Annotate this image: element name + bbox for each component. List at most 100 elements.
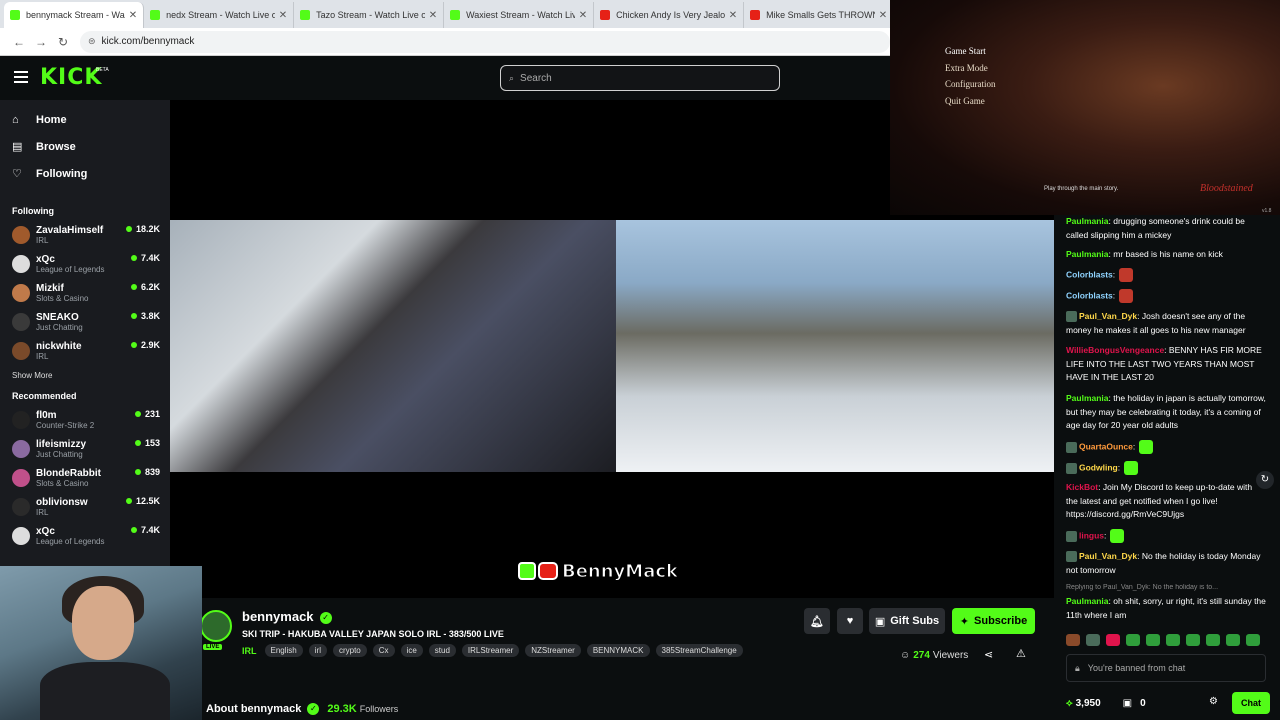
close-tab-icon[interactable]: ✕ [429,10,437,21]
game-logo: Bloodstained [1200,183,1253,194]
emote-icon[interactable] [1086,634,1100,646]
game-menu-item-configuration[interactable]: Configuration [945,79,996,96]
chat-username[interactable]: Colorblasts [1066,269,1113,279]
sidebar-channel[interactable]: SNEAKO Just Chatting 3.8K [0,307,170,336]
report-icon[interactable]: ⚠ [1016,647,1026,660]
menu-icon[interactable] [14,71,28,83]
browser-tab[interactable]: Mike Smalls Gets THROWN O ✕ [744,2,895,28]
game-menu-item-quit[interactable]: Quit Game [945,96,996,113]
settings-icon[interactable]: ⚙ [1209,696,1218,707]
chat-message: Paulmania: the holiday in japan is actua… [1066,392,1266,433]
emote-icon[interactable] [1186,634,1200,646]
emote-icon[interactable] [1246,634,1260,646]
sidebar-channel[interactable]: xQc League of Legends 7.4K [0,249,170,278]
viewer-count: 12.5K [125,496,160,506]
close-tab-icon[interactable]: ✕ [129,10,137,21]
tag-chip[interactable]: 385StreamChallenge [655,644,743,657]
close-tab-icon[interactable]: ✕ [879,10,887,21]
sidebar-item-following[interactable]: ♡ Following [0,160,170,187]
channel-name[interactable]: bennymack ✓ [242,609,332,624]
kick-logo[interactable]: KICK [40,65,102,90]
site-info-icon[interactable]: ⊜ [88,36,96,47]
browser-tab[interactable]: Waxiest Stream - Watch Live ✕ [444,2,595,28]
reload-icon[interactable]: ↻ [52,35,74,49]
chat-username[interactable]: Paul_Van_Dyk [1079,551,1137,561]
emote-icon[interactable] [1126,634,1140,646]
tag-chip[interactable]: Cx [372,644,395,657]
sidebar-item-browse[interactable]: ▤ Browse [0,133,170,160]
tab-title: Waxiest Stream - Watch Live [466,10,575,20]
category-link[interactable]: IRL [242,646,257,656]
close-tab-icon[interactable]: ✕ [279,10,287,21]
chat-username[interactable]: lingus [1079,530,1104,540]
channel-avatar[interactable] [200,610,232,642]
tag-chip[interactable]: BENNYMACK [586,644,650,657]
scroll-to-bottom-icon[interactable]: ↻ [1256,471,1274,489]
chat-username[interactable]: Colorblasts [1066,290,1113,300]
sidebar-channel[interactable]: BlondeRabbit Slots & Casino 839 [0,463,170,492]
follow-button[interactable]: ♥ [837,608,863,634]
live-dot-icon [134,469,141,475]
emote-icon[interactable] [1066,634,1080,646]
tag-chip[interactable]: English [264,644,303,657]
chat-username[interactable]: Paulmania [1066,596,1109,606]
game-menu-item-start[interactable]: Game Start [945,46,996,63]
gift-icon[interactable]: ▣ [1123,698,1132,709]
sidebar-channel[interactable]: nickwhite IRL 2.9K [0,336,170,365]
emote-icon[interactable] [1206,634,1220,646]
emote-icon[interactable] [1106,634,1120,646]
subscribe-button[interactable]: ✦ Subscribe [952,608,1035,634]
search-input[interactable]: ⌕ Search [500,65,780,91]
kick-logo-icon [518,562,536,580]
game-menu-item-extra[interactable]: Extra Mode [945,63,996,80]
live-dot-icon [134,440,141,446]
show-more-link[interactable]: Show More [0,365,170,387]
tag-chip[interactable]: stud [428,644,456,657]
sidebar-channel[interactable]: ZavalaHimself IRL 18.2K [0,220,170,249]
emote-icon [1119,289,1134,303]
sidebar-channel[interactable]: Mizkif Slots & Casino 6.2K [0,278,170,307]
notification-bell-button[interactable]: 🔔︎ [804,608,830,634]
gift-subs-button[interactable]: ▣ Gift Subs [869,608,945,634]
back-icon[interactable]: ← [8,35,30,49]
chat-username[interactable]: Paulmania [1066,393,1109,403]
emote-icon [1139,440,1154,454]
close-tab-icon[interactable]: ✕ [729,10,737,21]
close-tab-icon[interactable]: ✕ [579,10,587,21]
avatar [12,410,30,429]
chat-send-button[interactable]: Chat [1232,692,1270,714]
video-left-camera [170,220,616,472]
live-dot-icon [130,255,137,261]
browser-tab[interactable]: bennymack Stream - Wa ✕ [4,2,145,28]
chat-username[interactable]: Paulmania [1066,249,1109,259]
chat-username[interactable]: WillieBongusVengeance [1066,345,1164,355]
emote-icon[interactable] [1166,634,1180,646]
sidebar-channel[interactable]: fl0m Counter-Strike 2 231 [0,405,170,434]
channel-name: fl0m [36,409,57,421]
url-field[interactable]: ⊜ kick.com/bennymack [80,30,890,53]
browser-tab[interactable]: Tazo Stream - Watch Live on ✕ [294,2,445,28]
tag-chip[interactable]: irl [308,644,327,657]
share-icon[interactable]: ⋖ [984,648,993,661]
chat-username[interactable]: Godwling [1079,462,1118,472]
chat-username[interactable]: Paul_Van_Dyk [1079,311,1137,321]
chat-username[interactable]: QuartaOunce [1079,441,1133,451]
sidebar-channel[interactable]: oblivionsw IRL 12.5K [0,492,170,521]
tag-chip[interactable]: ice [400,644,423,657]
browser-tab[interactable]: nedx Stream - Watch Live on ✕ [144,2,295,28]
sidebar-channel[interactable]: xQc League of Legends 7.4K [0,521,170,550]
sidebar-channel[interactable]: lifeismizzy Just Chatting 153 [0,434,170,463]
bell-icon: 🔔︎ [810,615,824,628]
sidebar-item-home[interactable]: ⌂ Home [0,106,170,133]
chat-username[interactable]: KickBot [1066,482,1098,492]
tag-chip[interactable]: IRLStreamer [461,644,520,657]
emote-icon[interactable] [1226,634,1240,646]
browser-tab[interactable]: Chicken Andy Is Very Jealous ✕ [594,2,745,28]
tag-chip[interactable]: crypto [332,644,367,657]
forward-icon[interactable]: → [30,35,52,49]
chat-username[interactable]: Paulmania [1066,216,1109,226]
emote-icon[interactable] [1146,634,1160,646]
url-text: kick.com/bennymack [101,36,195,47]
tag-chip[interactable]: NZStreamer [525,644,581,657]
live-dot-icon [125,226,132,232]
